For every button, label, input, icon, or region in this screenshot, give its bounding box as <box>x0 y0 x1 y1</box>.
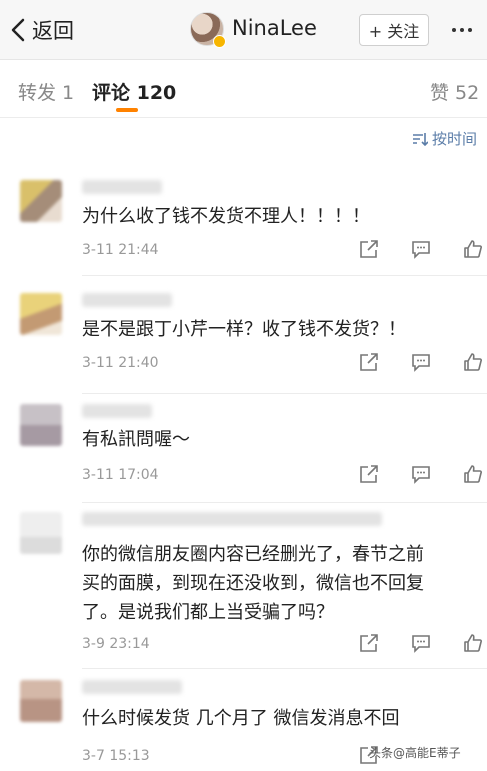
share-button[interactable] <box>358 632 380 654</box>
thumbs-up-icon <box>464 634 482 652</box>
tab-likes[interactable]: 赞 52 <box>430 78 479 105</box>
verified-badge-icon <box>213 35 226 48</box>
commenter-name-blurred[interactable] <box>82 512 382 526</box>
share-icon <box>360 240 378 258</box>
back-button[interactable]: 返回 <box>10 14 74 46</box>
share-icon <box>360 634 378 652</box>
commenter-name-blurred[interactable] <box>82 680 182 694</box>
commenter-avatar[interactable] <box>20 293 62 335</box>
back-label: 返回 <box>32 19 74 43</box>
comment-divider <box>82 502 487 503</box>
sort-icon <box>412 132 428 146</box>
comment-text: 为什么收了钱不发货不理人！！！！ <box>82 206 370 227</box>
commenter-name-blurred[interactable] <box>82 293 172 307</box>
thumbs-up-icon <box>464 240 482 258</box>
comment-time: 3-11 21:44 <box>82 242 159 258</box>
comment-text: 有私訊問喔～ <box>82 429 190 450</box>
tab-bar: 转发 1 评论 120 赞 52 <box>0 60 487 118</box>
tab-repost[interactable]: 转发 1 <box>18 78 74 105</box>
reply-button[interactable] <box>410 351 432 373</box>
comment-time: 3-11 17:04 <box>82 467 159 483</box>
like-button[interactable] <box>462 463 484 485</box>
top-nav-bar: 返回 NinaLee + 关注 <box>0 0 487 60</box>
share-button[interactable] <box>358 351 380 373</box>
sort-by-time-button[interactable]: 按时间 <box>412 128 477 149</box>
comment-text: 你的微信朋友圈内容已经删光了，春节之前 买的面膜，到现在还没收到，微信也不回复 … <box>82 544 424 623</box>
reply-button[interactable] <box>410 238 432 260</box>
tab-comments[interactable]: 评论 120 <box>92 78 176 105</box>
commenter-avatar[interactable] <box>20 180 62 222</box>
share-icon <box>360 353 378 371</box>
commenter-avatar[interactable] <box>20 512 62 554</box>
reply-button[interactable] <box>410 463 432 485</box>
comment-icon <box>412 354 430 372</box>
comment-icon <box>412 466 430 484</box>
share-icon <box>360 465 378 483</box>
comment-actions <box>358 632 484 654</box>
comment-time: 3-7 15:13 <box>82 748 150 764</box>
commenter-avatar[interactable] <box>20 680 62 722</box>
sort-label: 按时间 <box>431 130 477 148</box>
comment-icon <box>412 241 430 259</box>
more-options-icon[interactable] <box>446 14 478 46</box>
watermark: 头条@高能E蒂子 <box>369 746 461 760</box>
comment-actions <box>358 351 484 373</box>
comment-time: 3-11 21:40 <box>82 355 159 371</box>
thumbs-up-icon <box>464 465 482 483</box>
comment-divider <box>82 668 487 669</box>
share-button[interactable] <box>358 463 380 485</box>
share-button[interactable] <box>358 238 380 260</box>
comment-text: 是不是跟丁小芹一样？收了钱不发货？！ <box>82 319 406 340</box>
like-button[interactable] <box>462 351 484 373</box>
comment-actions <box>358 463 484 485</box>
username[interactable]: NinaLee <box>232 16 317 40</box>
reply-button[interactable] <box>410 632 432 654</box>
follow-button[interactable]: + 关注 <box>359 14 429 46</box>
thumbs-up-icon <box>464 353 482 371</box>
comment-icon <box>412 635 430 653</box>
active-tab-indicator <box>116 108 138 112</box>
comment-text: 什么时候发货 几个月了 微信发消息不回 <box>82 708 400 729</box>
comment-time: 3-9 23:14 <box>82 636 150 652</box>
comment-divider <box>82 393 487 394</box>
comment-actions <box>358 238 484 260</box>
chevron-left-icon <box>11 18 25 42</box>
commenter-avatar[interactable] <box>20 404 62 446</box>
commenter-name-blurred[interactable] <box>82 180 162 194</box>
like-button[interactable] <box>462 238 484 260</box>
comment-divider <box>82 275 487 276</box>
commenter-name-blurred[interactable] <box>82 404 152 418</box>
like-button[interactable] <box>462 632 484 654</box>
